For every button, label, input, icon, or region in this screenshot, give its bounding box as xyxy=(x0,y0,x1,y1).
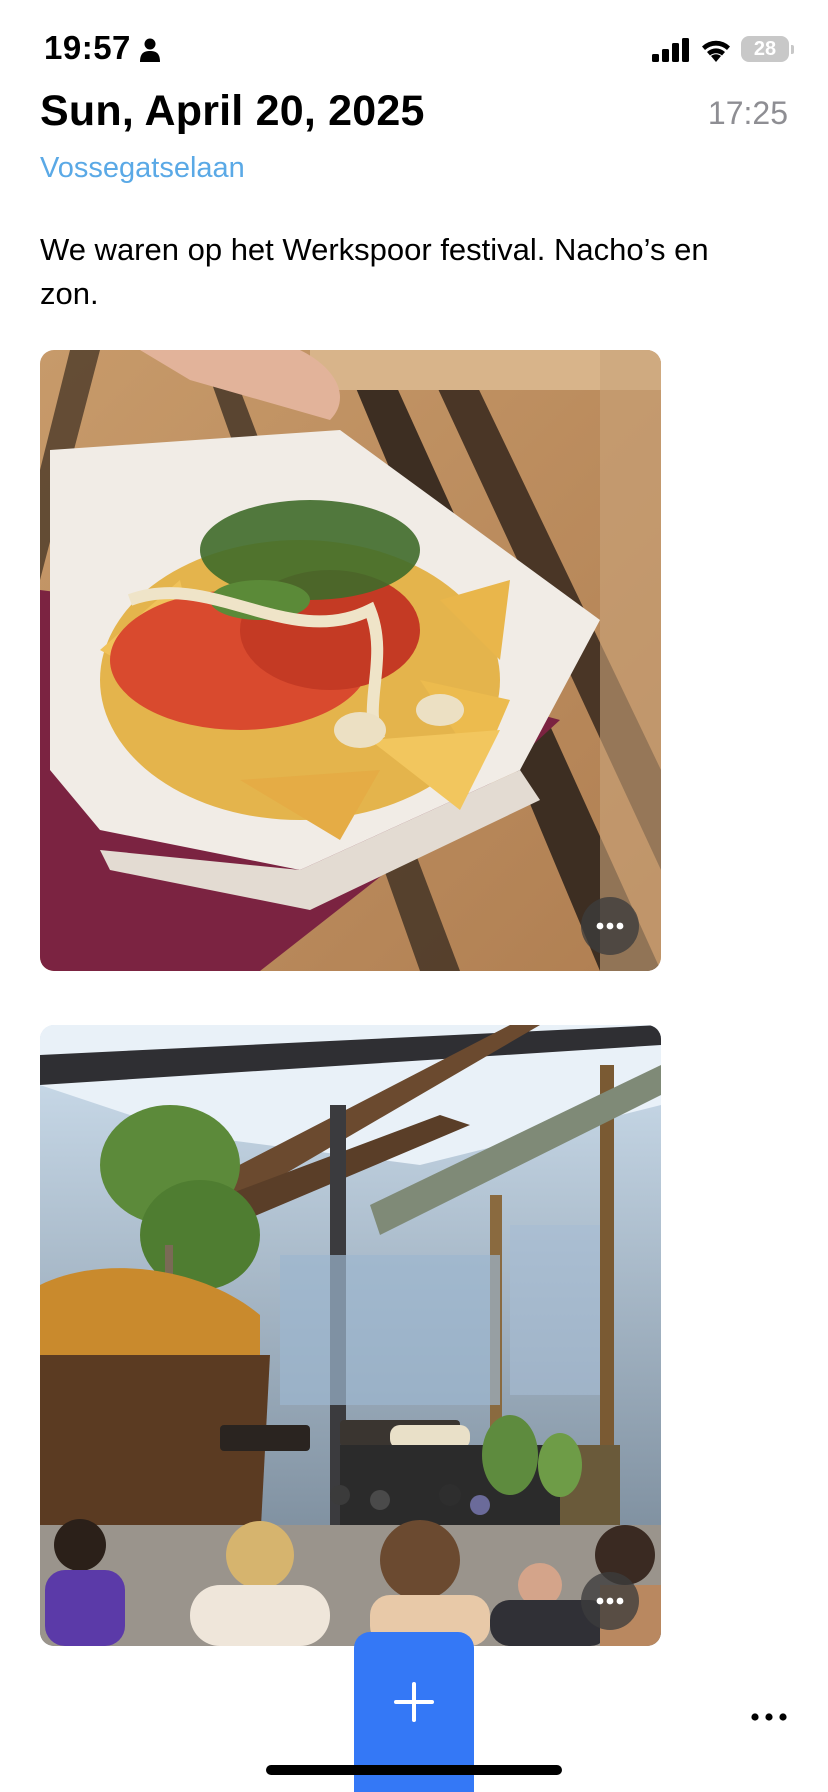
battery-icon: 28 xyxy=(741,36,794,62)
entry-body-text[interactable]: We waren op het Werkspoor festival. Nach… xyxy=(40,228,760,316)
plus-icon xyxy=(394,1682,434,1722)
battery-level: 28 xyxy=(753,38,777,60)
entry-date: Sun, April 20, 2025 xyxy=(40,87,425,135)
entry-location-link[interactable]: Vossegatselaan xyxy=(40,152,245,185)
cellular-signal-icon xyxy=(652,38,689,62)
photo-options-button[interactable] xyxy=(581,897,639,955)
journal-entry-screen: 19:57 28 Sun, April 20, 2025 17:25 Vosse… xyxy=(0,0,828,1792)
person-icon xyxy=(140,38,160,62)
entry-photo-festival[interactable] xyxy=(40,1025,661,1646)
festival-photo-image xyxy=(40,1025,661,1646)
home-indicator[interactable] xyxy=(266,1765,562,1775)
entry-photo-nachos[interactable] xyxy=(40,350,661,971)
status-time: 19:57 xyxy=(44,29,131,66)
status-bar: 19:57 28 xyxy=(0,0,828,100)
ellipsis-icon xyxy=(596,922,624,930)
nachos-photo-image xyxy=(40,350,661,971)
wifi-icon xyxy=(702,40,730,62)
ellipsis-icon xyxy=(596,1597,624,1605)
entry-time: 17:25 xyxy=(707,95,788,131)
photo-options-button[interactable] xyxy=(581,1572,639,1630)
more-options-button[interactable] xyxy=(749,1707,789,1727)
